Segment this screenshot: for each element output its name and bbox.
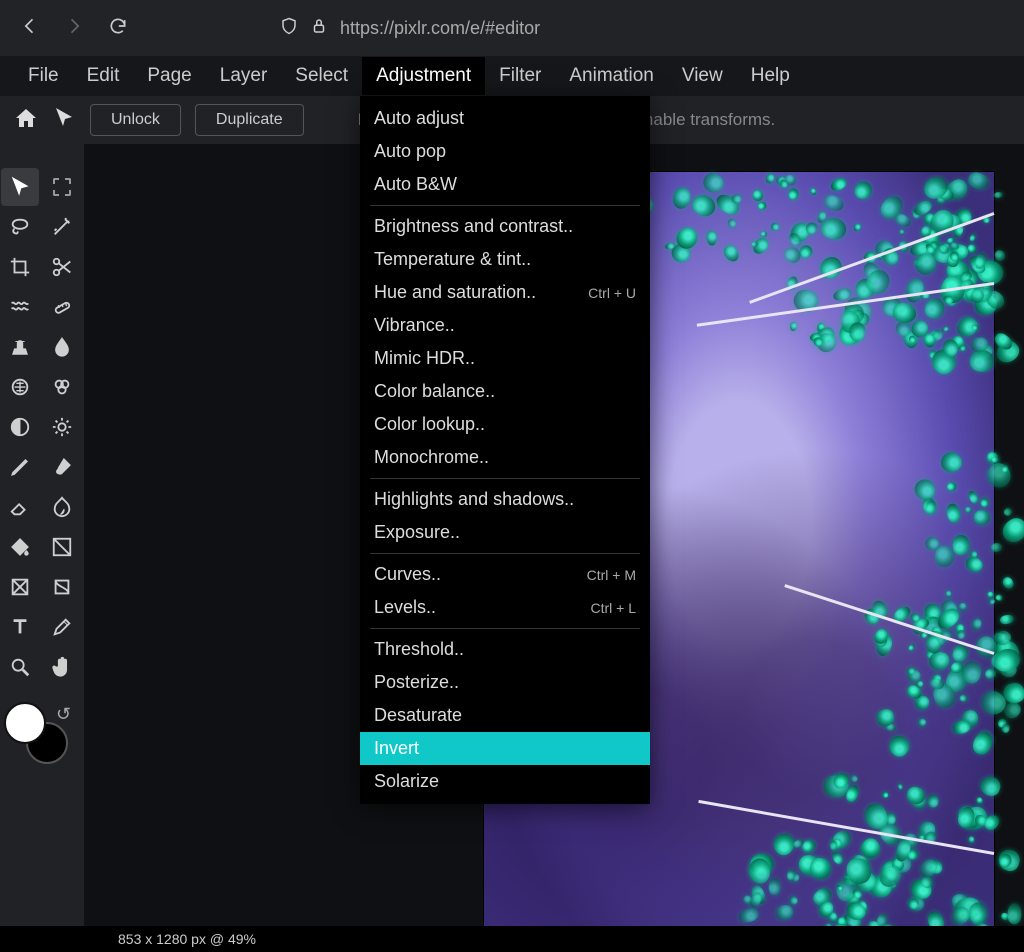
status-bar: 853 x 1280 px @ 49%: [0, 926, 1024, 952]
tool-eraser[interactable]: [1, 488, 39, 526]
menuitem-vibrance[interactable]: Vibrance..: [360, 309, 650, 342]
menuitem-brightness-and-contrast[interactable]: Brightness and contrast..: [360, 210, 650, 243]
address-bar[interactable]: https://pixlr.com/e/#editor: [280, 17, 1004, 40]
tool-marquee[interactable]: [43, 168, 81, 206]
menuitem-exposure[interactable]: Exposure..: [360, 516, 650, 549]
menu-view[interactable]: View: [668, 57, 737, 95]
tool-pencil[interactable]: [1, 448, 39, 486]
menuitem-monochrome[interactable]: Monochrome..: [360, 441, 650, 474]
tool-dodge-burn[interactable]: [1, 408, 39, 446]
toolbox: ↺: [0, 144, 84, 926]
tool-lasso[interactable]: [1, 208, 39, 246]
tool-smudge[interactable]: [43, 488, 81, 526]
tool-shape[interactable]: [1, 568, 39, 606]
menuitem-hue-and-saturation[interactable]: Hue and saturation..Ctrl + U: [360, 276, 650, 309]
menubar: FileEditPageLayerSelectAdjustmentFilterA…: [0, 56, 1024, 96]
tool-filter-circles[interactable]: [43, 368, 81, 406]
menu-separator: [370, 628, 640, 629]
back-icon[interactable]: [20, 16, 40, 41]
menu-layer[interactable]: Layer: [206, 57, 282, 95]
shield-icon: [280, 17, 298, 40]
unlock-button[interactable]: Unlock: [90, 104, 181, 136]
tool-sharpen-gear[interactable]: [43, 408, 81, 446]
menuitem-solarize[interactable]: Solarize: [360, 765, 650, 798]
menu-edit[interactable]: Edit: [73, 57, 134, 95]
swap-colors-icon[interactable]: ↺: [56, 704, 71, 725]
duplicate-button[interactable]: Duplicate: [195, 104, 304, 136]
menu-separator: [370, 205, 640, 206]
tool-text[interactable]: [1, 608, 39, 646]
lock-icon: [310, 17, 328, 40]
url-text: https://pixlr.com/e/#editor: [340, 18, 540, 39]
tool-gradient[interactable]: [43, 528, 81, 566]
menu-file[interactable]: File: [14, 57, 73, 95]
menuitem-levels[interactable]: Levels..Ctrl + L: [360, 591, 650, 624]
menuitem-auto-adjust[interactable]: Auto adjust: [360, 102, 650, 135]
home-icon[interactable]: [14, 106, 38, 135]
menuitem-mimic-hdr[interactable]: Mimic HDR..: [360, 342, 650, 375]
menu-adjustment[interactable]: Adjustment: [362, 57, 485, 95]
tool-crop[interactable]: [1, 248, 39, 286]
menuitem-curves[interactable]: Curves..Ctrl + M: [360, 558, 650, 591]
tool-disperse[interactable]: [1, 368, 39, 406]
menu-animation[interactable]: Animation: [555, 57, 668, 95]
tool-fill[interactable]: [1, 528, 39, 566]
menu-filter[interactable]: Filter: [485, 57, 555, 95]
tool-scissors[interactable]: [43, 248, 81, 286]
menuitem-invert[interactable]: Invert: [360, 732, 650, 765]
reload-icon[interactable]: [108, 16, 128, 41]
forward-icon[interactable]: [64, 16, 84, 41]
tool-liquify[interactable]: [1, 288, 39, 326]
menu-help[interactable]: Help: [737, 57, 804, 95]
foreground-color-swatch[interactable]: [4, 702, 46, 744]
adjustment-dropdown: Auto adjustAuto popAuto B&W Brightness an…: [360, 96, 650, 804]
menuitem-color-lookup[interactable]: Color lookup..: [360, 408, 650, 441]
menu-separator: [370, 553, 640, 554]
tool-color-picker[interactable]: [43, 608, 81, 646]
menuitem-auto-pop[interactable]: Auto pop: [360, 135, 650, 168]
menuitem-threshold[interactable]: Threshold..: [360, 633, 650, 666]
tool-blur[interactable]: [43, 328, 81, 366]
tool-zoom[interactable]: [1, 648, 39, 686]
tool-arrow[interactable]: [1, 168, 39, 206]
tool-magic-wand[interactable]: [43, 208, 81, 246]
menuitem-highlights-and-shadows[interactable]: Highlights and shadows..: [360, 483, 650, 516]
browser-toolbar: https://pixlr.com/e/#editor: [0, 0, 1024, 56]
cursor-icon[interactable]: [52, 106, 76, 135]
menuitem-posterize[interactable]: Posterize..: [360, 666, 650, 699]
status-text: 853 x 1280 px @ 49%: [118, 931, 256, 947]
menu-separator: [370, 478, 640, 479]
tool-clone-stamp[interactable]: [1, 328, 39, 366]
menu-select[interactable]: Select: [281, 57, 362, 95]
menuitem-temperature-tint[interactable]: Temperature & tint..: [360, 243, 650, 276]
tool-heal[interactable]: [43, 288, 81, 326]
menuitem-desaturate[interactable]: Desaturate: [360, 699, 650, 732]
tool-paint-brush[interactable]: [43, 448, 81, 486]
color-swatches[interactable]: ↺: [4, 702, 84, 782]
tool-frame[interactable]: [43, 568, 81, 606]
menuitem-color-balance[interactable]: Color balance..: [360, 375, 650, 408]
menu-page[interactable]: Page: [133, 57, 205, 95]
tool-pan-hand[interactable]: [43, 648, 81, 686]
menuitem-auto-b-w[interactable]: Auto B&W: [360, 168, 650, 201]
